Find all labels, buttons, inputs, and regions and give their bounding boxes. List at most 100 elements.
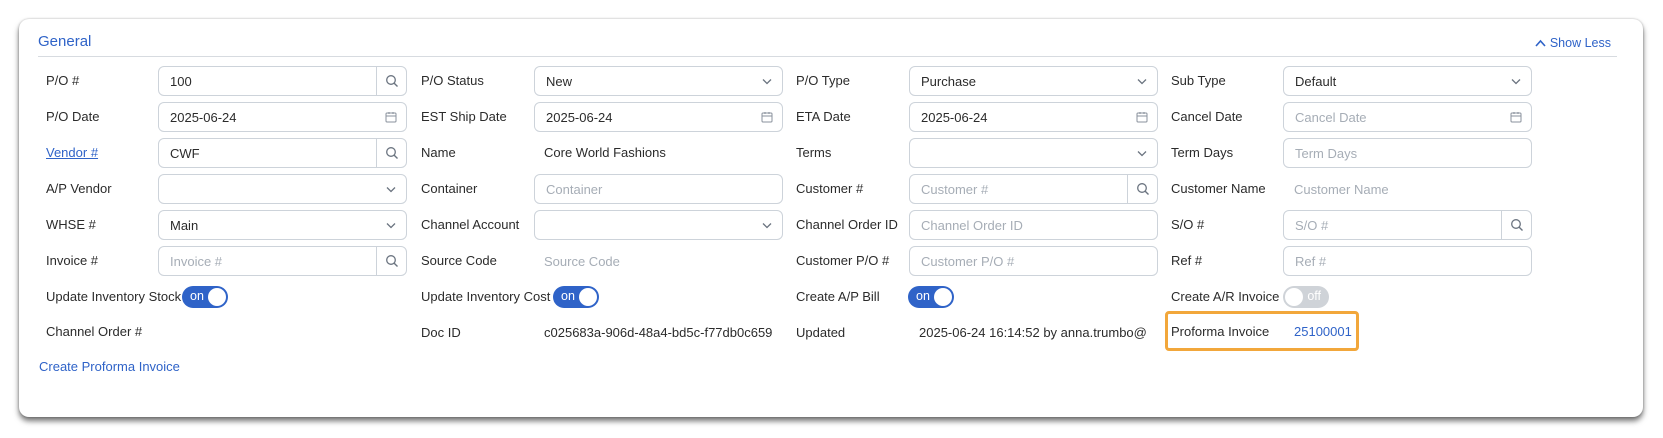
- calendar-icon[interactable]: [376, 103, 406, 131]
- channel-order-number-label: Channel Order #: [46, 324, 143, 339]
- source-code-label: Source Code: [421, 253, 497, 268]
- sub-type-select[interactable]: Default: [1283, 66, 1532, 96]
- terms-label: Terms: [796, 145, 832, 160]
- ap-vendor-label: A/P Vendor: [46, 181, 112, 196]
- so-number-field[interactable]: S/O #: [1283, 210, 1532, 240]
- po-type-value: Purchase: [921, 73, 976, 89]
- so-number-placeholder: S/O #: [1295, 217, 1329, 233]
- ref-number-placeholder: Ref #: [1295, 253, 1327, 269]
- whse-value: Main: [170, 217, 199, 233]
- po-date-field[interactable]: 2025-06-24: [158, 102, 407, 132]
- est-ship-date-field[interactable]: 2025-06-24: [534, 102, 783, 132]
- terms-select[interactable]: [909, 138, 1158, 168]
- create-ar-invoice-label: Create A/R Invoice: [1171, 289, 1280, 304]
- channel-account-label: Channel Account: [421, 217, 520, 232]
- customer-name-label: Customer Name: [1171, 181, 1266, 196]
- calendar-icon[interactable]: [1127, 103, 1157, 131]
- chevron-down-icon: [376, 211, 406, 239]
- search-icon[interactable]: [1127, 175, 1157, 203]
- create-ar-invoice-toggle[interactable]: off: [1283, 286, 1329, 308]
- section-header: General Show Less: [38, 31, 1617, 57]
- create-proforma-invoice-button[interactable]: Create Proforma Invoice: [39, 359, 180, 374]
- updated-value: 2025-06-24 16:14:52 by anna.trumbo@: [919, 325, 1147, 340]
- channel-account-select[interactable]: [534, 210, 783, 240]
- sub-type-label: Sub Type: [1171, 73, 1226, 88]
- name-label: Name: [421, 145, 456, 160]
- proforma-invoice-label: Proforma Invoice: [1171, 324, 1270, 339]
- est-ship-date-value: 2025-06-24: [546, 109, 613, 125]
- so-number-label: S/O #: [1171, 217, 1205, 232]
- search-icon[interactable]: [376, 247, 406, 275]
- ref-number-label: Ref #: [1171, 253, 1203, 268]
- calendar-icon[interactable]: [752, 103, 782, 131]
- chevron-down-icon: [752, 67, 782, 95]
- toggle-knob: [579, 288, 597, 306]
- chevron-down-icon: [752, 211, 782, 239]
- container-field[interactable]: Container: [534, 174, 783, 204]
- show-less-toggle[interactable]: Show Less: [1535, 36, 1611, 50]
- channel-order-id-placeholder: Channel Order ID: [921, 217, 1023, 233]
- customer-po-placeholder: Customer P/O #: [921, 253, 1015, 269]
- vendor-value: CWF: [170, 145, 200, 161]
- customer-number-label: Customer #: [796, 181, 864, 196]
- show-less-label: Show Less: [1549, 36, 1611, 50]
- po-date-value: 2025-06-24: [170, 109, 237, 125]
- toggle-state-label: on: [190, 289, 204, 303]
- search-icon[interactable]: [376, 67, 406, 95]
- po-status-value: New: [546, 73, 573, 89]
- eta-date-field[interactable]: 2025-06-24: [909, 102, 1158, 132]
- cancel-date-field[interactable]: Cancel Date: [1283, 102, 1532, 132]
- cancel-date-placeholder: Cancel Date: [1295, 109, 1367, 125]
- search-icon[interactable]: [1501, 211, 1531, 239]
- search-icon[interactable]: [376, 139, 406, 167]
- customer-number-placeholder: Customer #: [921, 181, 989, 197]
- whse-label: WHSE #: [46, 217, 96, 232]
- po-type-select[interactable]: Purchase: [909, 66, 1158, 96]
- customer-po-field[interactable]: Customer P/O #: [909, 246, 1158, 276]
- eta-date-value: 2025-06-24: [921, 109, 988, 125]
- vendor-name-value: Core World Fashions: [544, 145, 666, 160]
- invoice-number-field[interactable]: Invoice #: [158, 246, 407, 276]
- section-title: General: [38, 33, 92, 50]
- doc-id-value: c025683a-906d-48a4-bd5c-f77db0c659: [544, 325, 773, 340]
- update-inventory-stock-toggle[interactable]: on: [182, 286, 228, 308]
- source-code-placeholder: Source Code: [544, 254, 620, 269]
- chevron-down-icon: [1127, 67, 1157, 95]
- toggle-state-label: on: [916, 289, 930, 303]
- whse-select[interactable]: Main: [158, 210, 407, 240]
- toggle-knob: [1285, 288, 1303, 306]
- invoice-number-label: Invoice #: [46, 253, 99, 268]
- po-type-label: P/O Type: [796, 73, 850, 88]
- container-label: Container: [421, 181, 478, 196]
- customer-name-placeholder: Customer Name: [1294, 182, 1389, 197]
- chevron-down-icon: [1127, 139, 1157, 167]
- term-days-field[interactable]: Term Days: [1283, 138, 1532, 168]
- create-ap-bill-toggle[interactable]: on: [908, 286, 954, 308]
- ref-number-field[interactable]: Ref #: [1283, 246, 1532, 276]
- ap-vendor-select[interactable]: [158, 174, 407, 204]
- updated-label: Updated: [796, 325, 846, 340]
- customer-po-label: Customer P/O #: [796, 253, 890, 268]
- channel-order-id-field[interactable]: Channel Order ID: [909, 210, 1158, 240]
- term-days-label: Term Days: [1171, 145, 1234, 160]
- po-status-select[interactable]: New: [534, 66, 783, 96]
- po-number-value: 100: [170, 73, 192, 89]
- sub-type-value: Default: [1295, 73, 1337, 89]
- update-inventory-stock-label: Update Inventory Stock: [46, 289, 182, 304]
- po-status-label: P/O Status: [421, 73, 484, 88]
- po-number-field[interactable]: 100: [158, 66, 407, 96]
- toggle-knob: [934, 288, 952, 306]
- create-ap-bill-label: Create A/P Bill: [796, 289, 880, 304]
- po-date-label: P/O Date: [46, 109, 100, 124]
- calendar-icon[interactable]: [1501, 103, 1531, 131]
- update-inventory-cost-toggle[interactable]: on: [553, 286, 599, 308]
- customer-number-field[interactable]: Customer #: [909, 174, 1158, 204]
- chevron-down-icon: [376, 175, 406, 203]
- chevron-up-icon: [1535, 39, 1546, 47]
- chevron-down-icon: [1501, 67, 1531, 95]
- invoice-number-placeholder: Invoice #: [170, 253, 223, 269]
- vendor-link[interactable]: Vendor #: [46, 145, 98, 161]
- proforma-invoice-link[interactable]: 25100001: [1294, 324, 1352, 340]
- vendor-field[interactable]: CWF: [158, 138, 407, 168]
- update-inventory-cost-label: Update Inventory Cost: [421, 289, 551, 304]
